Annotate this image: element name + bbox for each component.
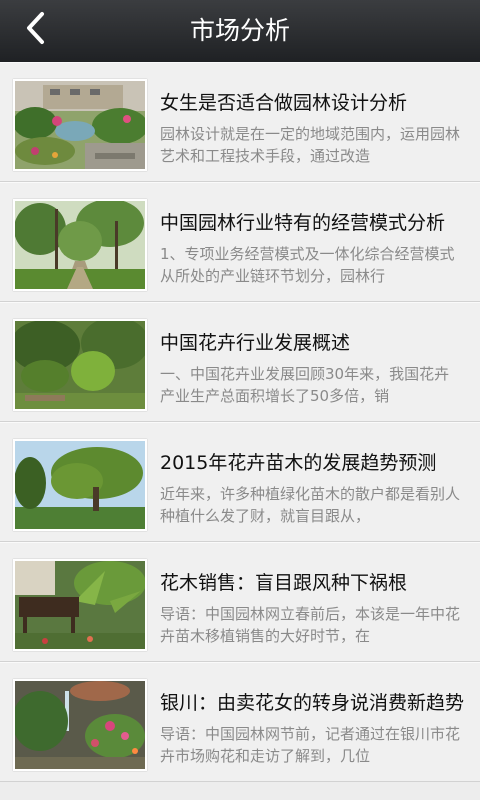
article-thumbnail [13, 559, 147, 651]
article-title: 女生是否适合做园林设计分析 [160, 92, 408, 114]
article-summary: 导语：中国园林网节前，记者通过在银川市花卉市场购花和走访了解到，几位 [160, 725, 461, 765]
flower-fountain-image [15, 681, 145, 769]
article-summary: 一、中国花卉业发展回顾30年来，我国花卉产业生产总面积增长了50多倍，销 [160, 365, 450, 405]
article-summary: 园林设计就是在一定的地域范围内，运用园林艺术和工程技术手段，通过改造 [160, 125, 461, 165]
palm-garden-image [15, 561, 145, 649]
list-item[interactable]: 花木销售：盲目跟风种下祸根 导语：中国园林网立春前后，本该是一年中花卉苗木移植销… [0, 542, 480, 662]
article-thumbnail [13, 199, 147, 291]
garden-image [15, 81, 145, 169]
chevron-left-icon [24, 10, 48, 50]
article-title: 银川：由卖花女的转身说消费新趋势 [160, 692, 464, 714]
article-thumbnail [13, 439, 147, 531]
shrub-garden-image [15, 321, 145, 409]
page-title: 市场分析 [189, 16, 290, 45]
list-item[interactable]: 2015年花卉苗木的发展趋势预测 近年来，许多种植绿化苗木的散户都是看别人种植什… [0, 422, 480, 542]
article-thumbnail [13, 679, 147, 771]
forest-path-image [15, 201, 145, 289]
article-thumbnail [13, 319, 147, 411]
article-title: 中国花卉行业发展概述 [160, 332, 351, 354]
article-summary: 导语：中国园林网立春前后，本该是一年中花卉苗木移植销售的大好时节，在 [160, 605, 461, 645]
list-item[interactable]: 中国花卉行业发展概述 一、中国花卉业发展回顾30年来，我国花卉产业生产总面积增长… [0, 302, 480, 422]
list-item[interactable]: 中国园林行业特有的经营模式分析 1、专项业务经营模式及一体化综合经营模式从所处的… [0, 182, 480, 302]
article-title: 花木销售：盲目跟风种下祸根 [160, 572, 408, 594]
article-summary: 1、专项业务经营模式及一体化综合经营模式从所处的产业链环节划分，园林行 [160, 245, 455, 285]
article-title: 2015年花卉苗木的发展趋势预测 [160, 452, 437, 474]
article-thumbnail [13, 79, 147, 171]
list-item[interactable]: 女生是否适合做园林设计分析 园林设计就是在一定的地域范围内，运用园林艺术和工程技… [0, 62, 480, 182]
article-title: 中国园林行业特有的经营模式分析 [160, 212, 446, 234]
article-summary: 近年来，许多种植绿化苗木的散户都是看别人种植什么发了财，就盲目跟从， [160, 485, 461, 525]
article-list: 女生是否适合做园林设计分析 园林设计就是在一定的地域范围内，运用园林艺术和工程技… [0, 62, 480, 782]
title-bar: 市场分析 [0, 0, 480, 63]
list-item[interactable]: 银川：由卖花女的转身说消费新趋势 导语：中国园林网节前，记者通过在银川市花卉市场… [0, 662, 480, 782]
back-button[interactable] [18, 12, 54, 48]
large-tree-image [15, 441, 145, 529]
